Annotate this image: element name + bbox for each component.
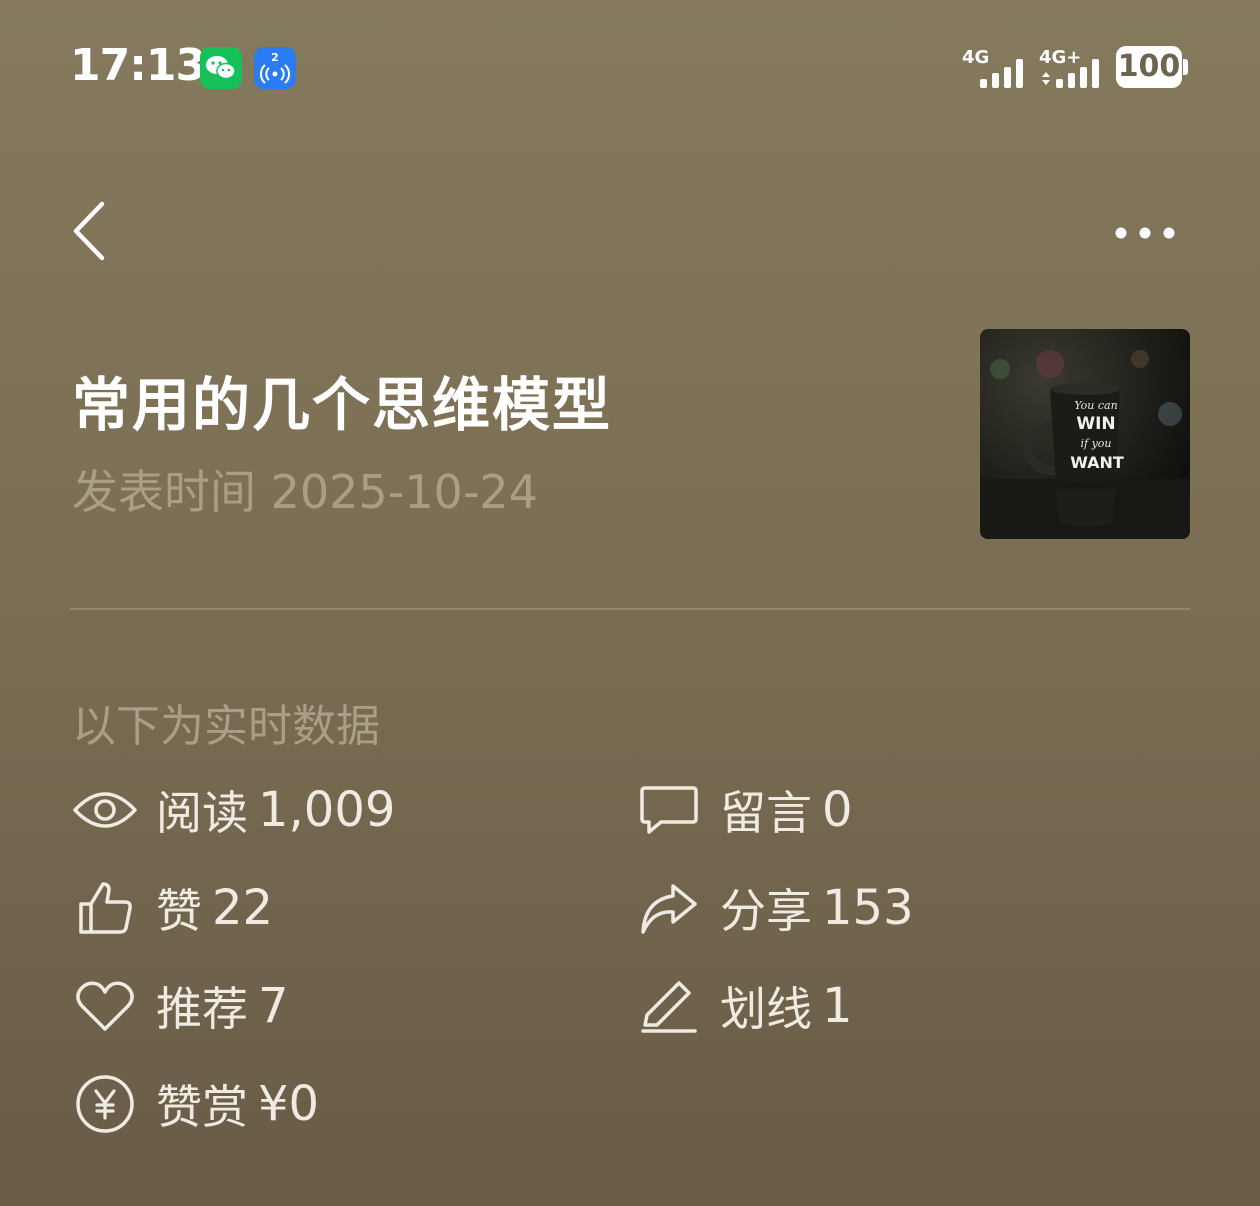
status-time: 17:13	[70, 40, 206, 91]
stat-comment-value: 0	[822, 782, 853, 838]
battery-tip	[1183, 59, 1188, 75]
signal-4g-icon: 4G	[962, 45, 1028, 95]
stat-underline: 划线 1	[636, 971, 853, 1041]
stat-share: 分享 153	[636, 873, 914, 943]
comment-icon	[636, 777, 702, 843]
divider	[70, 608, 1190, 610]
stat-recommend-label: 推荐	[156, 982, 248, 1036]
back-chevron-icon[interactable]	[68, 198, 114, 264]
stat-recommend-value: 7	[258, 978, 289, 1034]
share-arrow-icon	[636, 875, 702, 941]
stat-read-value: 1,009	[258, 782, 396, 838]
stat-like: 赞 22	[72, 873, 273, 943]
stat-share-value: 153	[822, 880, 914, 936]
stat-tip: 赞赏 ¥0	[72, 1069, 319, 1139]
realtime-data-label: 以下为实时数据	[72, 701, 380, 752]
stat-like-label: 赞	[156, 884, 202, 938]
stat-share-label: 分享	[720, 884, 812, 938]
stat-underline-value: 1	[822, 978, 853, 1034]
signal-4g-label: 4G	[962, 47, 989, 68]
signal-4g-plus-label: 4G+	[1039, 47, 1081, 68]
thumbnail-text-2: WIN	[1076, 414, 1115, 434]
stat-comment-label: 留言	[720, 786, 812, 840]
thumbs-up-icon	[72, 875, 138, 941]
thumbnail-text-4: WANT	[1070, 453, 1124, 472]
yen-coin-icon	[72, 1071, 138, 1137]
more-dots-icon[interactable]	[1112, 222, 1178, 244]
stat-recommend: 推荐 7	[72, 971, 289, 1041]
wechat-notification-icon	[200, 47, 242, 89]
stat-read: 阅读 1,009	[72, 775, 395, 845]
article-publish-date: 发表时间 2025-10-24	[72, 465, 538, 519]
article-thumbnail[interactable]: You can WIN if you WANT	[980, 329, 1190, 539]
pen-icon	[636, 973, 702, 1039]
signal-4g-plus-icon: 4G+	[1038, 45, 1106, 95]
stat-tip-value: ¥0	[258, 1076, 320, 1132]
stat-comment: 留言 0	[636, 775, 853, 845]
heart-icon	[72, 973, 138, 1039]
stat-underline-label: 划线	[720, 982, 812, 1036]
article-title: 常用的几个思维模型	[72, 371, 613, 439]
stat-like-value: 22	[212, 880, 274, 936]
battery-indicator: 100	[1116, 46, 1182, 88]
hotspot-notification-icon: 2	[254, 47, 296, 89]
eye-icon	[72, 777, 138, 843]
stat-tip-label: 赞赏	[156, 1080, 248, 1134]
thumbnail-text-3: if you	[1080, 437, 1111, 450]
stat-read-label: 阅读	[156, 786, 248, 840]
thumbnail-text-1: You can	[1074, 399, 1117, 412]
hotspot-count: 2	[271, 51, 279, 64]
